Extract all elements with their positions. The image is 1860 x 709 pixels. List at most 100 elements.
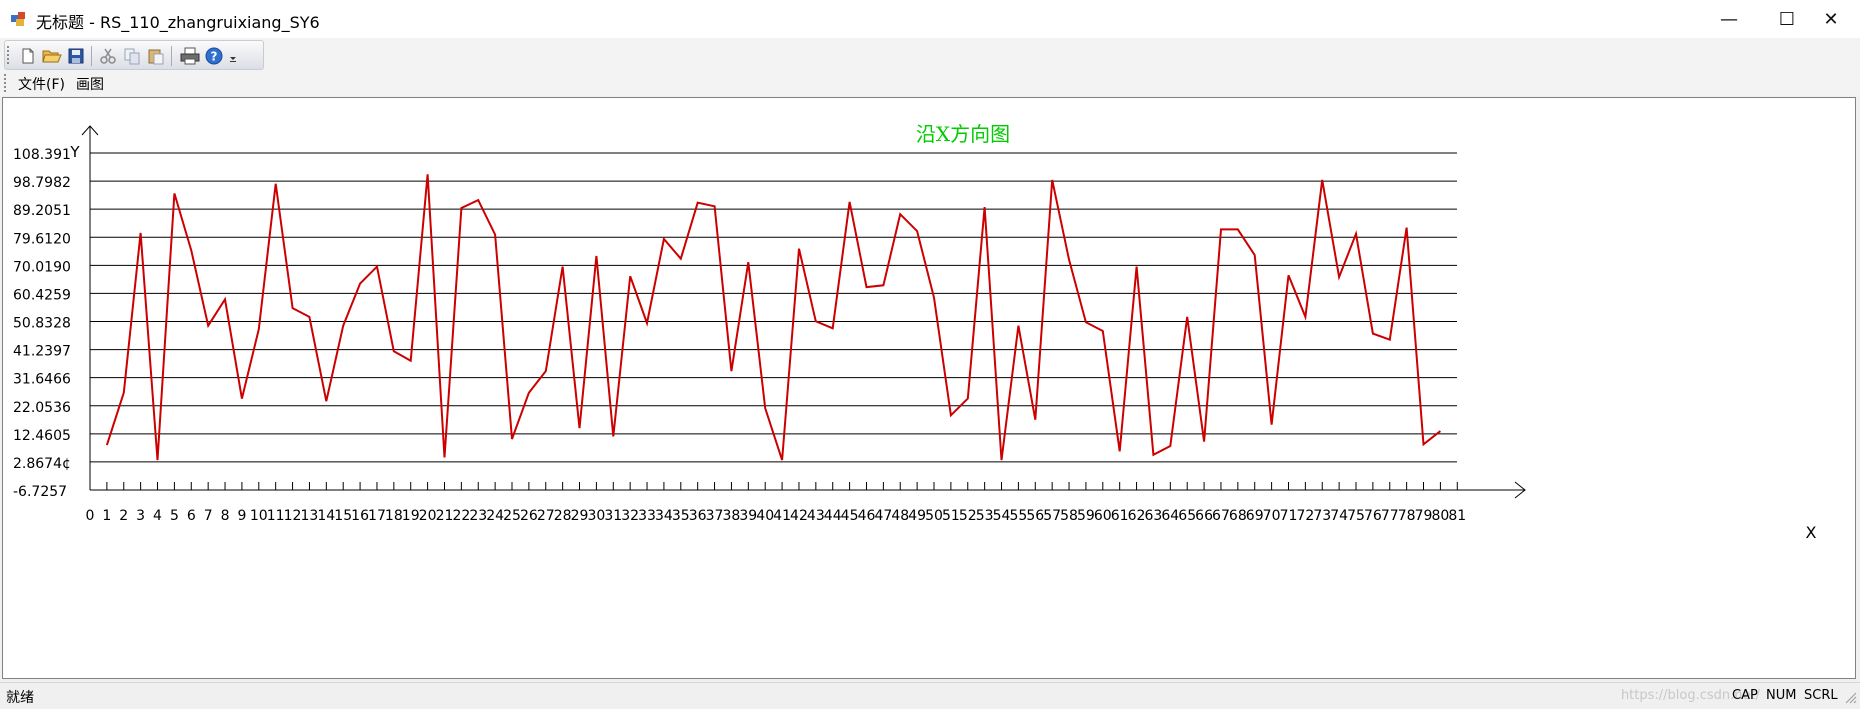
y-tick-label: 31.6466 <box>13 372 71 388</box>
menu-file[interactable]: 文件(F) <box>18 74 65 94</box>
x-tick-label: 63 <box>1145 508 1163 524</box>
resize-grip-icon[interactable] <box>1844 691 1858 705</box>
x-tick-label: 15 <box>334 508 352 524</box>
y-tick-label: 41.2397 <box>13 344 71 360</box>
status-bar: 就绪 https://blog.csdn.net/ CAP NUM SCRL <box>0 682 1860 709</box>
x-tick-label: 23 <box>469 508 487 524</box>
x-tick-label: 38 <box>723 508 741 524</box>
open-button[interactable] <box>41 45 63 67</box>
x-axis-label: X <box>1806 523 1817 542</box>
cut-button[interactable] <box>97 45 119 67</box>
scrl-indicator: SCRL <box>1804 688 1838 703</box>
y-tick-label: -6.7257 <box>13 484 67 500</box>
x-tick-label: 54 <box>993 508 1011 524</box>
x-tick-label: 28 <box>554 508 572 524</box>
x-tick-label: 17 <box>368 508 386 524</box>
x-tick-label: 27 <box>537 508 555 524</box>
x-tick-label: 0 <box>86 508 95 524</box>
x-tick-label: 78 <box>1398 508 1416 524</box>
x-tick-label: 22 <box>452 508 470 524</box>
x-tick-label: 29 <box>571 508 589 524</box>
menu-bar: 文件(F) 画图 <box>0 70 1860 96</box>
x-tick-label: 71 <box>1280 508 1298 524</box>
toolbar-strip: ? <box>4 40 264 70</box>
x-tick-label: 76 <box>1364 508 1382 524</box>
help-button[interactable]: ? <box>203 45 225 67</box>
x-tick-label: 62 <box>1128 508 1146 524</box>
open-folder-icon <box>42 50 62 63</box>
x-tick-label: 70 <box>1263 508 1281 524</box>
x-tick-label: 67 <box>1212 508 1230 524</box>
x-tick-label: 8 <box>221 508 230 524</box>
x-tick-label: 44 <box>824 508 842 524</box>
x-tick-label: 53 <box>976 508 994 524</box>
toolbar-overflow-button[interactable] <box>227 45 239 67</box>
x-tick-label: 60 <box>1094 508 1112 524</box>
chart-view: 108.391 98.7982 89.2051 79.6120 70.0190 60.42… <box>2 97 1856 679</box>
svg-text:?: ? <box>211 50 218 64</box>
x-tick-label: 1 <box>102 508 111 524</box>
x-tick-label: 49 <box>908 508 926 524</box>
paste-icon <box>148 49 164 65</box>
x-tick-label: 55 <box>1009 508 1027 524</box>
x-tick-label: 3 <box>136 508 145 524</box>
x-tick-label: 61 <box>1111 508 1129 524</box>
x-tick-label: 45 <box>841 508 859 524</box>
x-tick-label: 37 <box>706 508 724 524</box>
copy-icon <box>124 48 140 65</box>
line-chart: 108.391 98.7982 89.2051 79.6120 70.0190 60.42… <box>13 122 1817 542</box>
new-file-button[interactable] <box>17 45 39 67</box>
menubar-grip[interactable] <box>4 74 8 92</box>
x-tick-label: 36 <box>689 508 707 524</box>
x-tick-label: 50 <box>925 508 943 524</box>
y-tick-label: 50.8328 <box>13 316 71 332</box>
x-tick-label: 81 <box>1448 508 1466 524</box>
x-tick-label: 19 <box>402 508 420 524</box>
x-tick-label: 6 <box>187 508 196 524</box>
y-tick-label: 108.391 <box>13 147 71 163</box>
x-tick-label: 31 <box>604 508 622 524</box>
x-tick-label: 48 <box>891 508 909 524</box>
x-tick-label: 13 <box>301 508 319 524</box>
x-tick-label: 68 <box>1229 508 1247 524</box>
window-title: 无标题 - RS_110_zhangruixiang_SY6 <box>36 13 320 32</box>
x-tick-label: 25 <box>503 508 521 524</box>
x-tick-label: 34 <box>655 508 673 524</box>
x-tick-label: 66 <box>1195 508 1213 524</box>
x-tick-label: 11 <box>267 508 285 524</box>
chevron-down-icon <box>230 57 236 62</box>
x-tick-label: 9 <box>237 508 246 524</box>
x-tick-label: 79 <box>1415 508 1433 524</box>
x-tick-label: 64 <box>1161 508 1179 524</box>
y-tick-label: 22.0536 <box>13 400 71 416</box>
menu-draw[interactable]: 画图 <box>76 74 104 94</box>
close-icon: ✕ <box>1823 8 1839 30</box>
copy-button[interactable] <box>121 45 143 67</box>
x-tick-label: 69 <box>1246 508 1264 524</box>
x-tick-label: 75 <box>1347 508 1365 524</box>
save-button[interactable] <box>65 45 87 67</box>
num-indicator: NUM <box>1766 688 1797 703</box>
x-tick-label: 35 <box>672 508 690 524</box>
x-tick-label: 59 <box>1077 508 1095 524</box>
y-tick-label: 79.6120 <box>13 231 71 247</box>
x-tick-label: 39 <box>739 508 757 524</box>
toolbar-grip[interactable] <box>7 46 11 64</box>
x-tick-label: 41 <box>773 508 791 524</box>
x-tick-label: 43 <box>807 508 825 524</box>
y-tick-label: 2.8674¢ <box>13 456 71 472</box>
x-tick-label: 10 <box>250 508 268 524</box>
x-tick-label: 24 <box>486 508 504 524</box>
close-button[interactable]: ✕ <box>1802 0 1860 38</box>
x-tick-label: 74 <box>1330 508 1348 524</box>
y-tick-label: 89.2051 <box>13 203 71 219</box>
print-button[interactable] <box>179 45 201 67</box>
x-tick-label: 4 <box>153 508 162 524</box>
x-tick-label: 12 <box>284 508 302 524</box>
minimize-button[interactable]: — <box>1700 0 1758 38</box>
y-axis-label: Y <box>69 143 80 161</box>
x-tick-label: 26 <box>520 508 538 524</box>
paste-button[interactable] <box>145 45 167 67</box>
title-bar: 无标题 - RS_110_zhangruixiang_SY6 — ☐ ✕ <box>0 0 1860 39</box>
x-tick-label: 14 <box>317 508 335 524</box>
